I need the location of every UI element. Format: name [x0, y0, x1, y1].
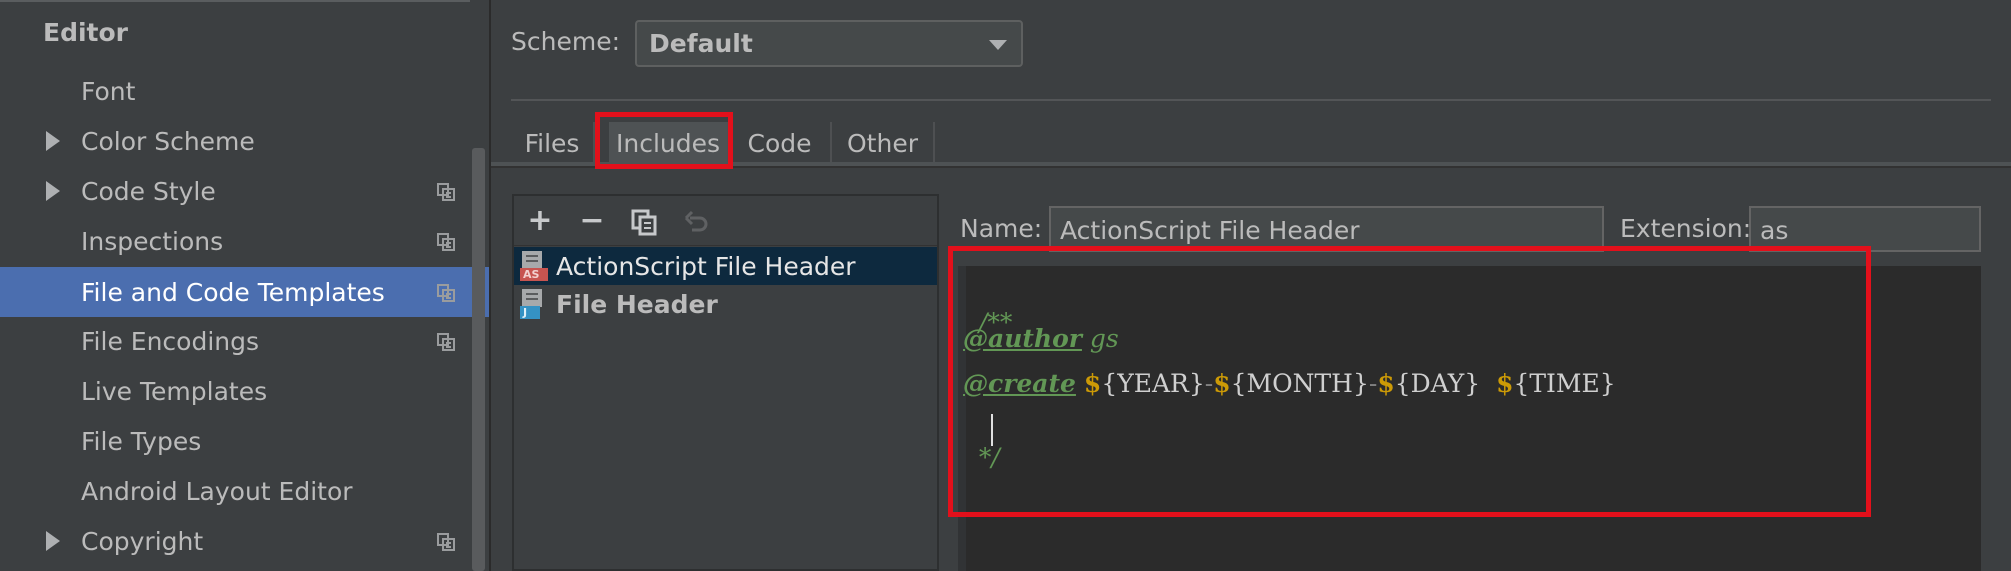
- sidebar-item-file-encodings[interactable]: File Encodings: [0, 316, 489, 366]
- sidebar-item-file-types[interactable]: File Types: [0, 416, 489, 466]
- tab-label: Code: [747, 128, 812, 158]
- name-label: Name:: [960, 214, 1043, 243]
- tab-label: Other: [847, 128, 918, 158]
- sidebar-item-label: Live Templates: [81, 376, 268, 406]
- tab-files[interactable]: Files: [511, 122, 595, 164]
- sidebar-item-label: File and Code Templates: [81, 277, 385, 307]
- template-list-panel: + − AS ActionScript File Header J File H: [512, 194, 939, 571]
- sidebar-item-label: File Encodings: [81, 326, 260, 356]
- sidebar-item-label: File Types: [81, 426, 202, 456]
- tab-other[interactable]: Other: [832, 122, 935, 164]
- list-toolbar: + −: [514, 196, 937, 246]
- sidebar-top-divider: [0, 0, 470, 2]
- project-scope-icon: [437, 333, 455, 351]
- sidebar-item-font[interactable]: Font: [0, 66, 489, 116]
- panel-splitter[interactable]: [489, 0, 491, 571]
- reset-template-button[interactable]: [682, 208, 710, 236]
- copy-template-button[interactable]: [630, 208, 658, 236]
- settings-sidebar: Editor Font Color Scheme Code Style Insp…: [0, 0, 489, 571]
- sidebar-item-copyright[interactable]: Copyright: [0, 516, 489, 566]
- sidebar-item-inspections[interactable]: Inspections: [0, 216, 489, 266]
- sidebar-item-live-templates[interactable]: Live Templates: [0, 366, 489, 416]
- sidebar-item-color-scheme[interactable]: Color Scheme: [0, 116, 489, 166]
- copy-icon: [631, 209, 657, 236]
- remove-template-button[interactable]: −: [578, 206, 606, 236]
- expand-arrow-icon[interactable]: [46, 181, 60, 201]
- sidebar-item-label: Copyright: [81, 526, 204, 556]
- add-template-button[interactable]: +: [526, 206, 554, 236]
- template-name-value: ActionScript File Header: [1060, 216, 1360, 245]
- annotation-box-editor: [948, 246, 1871, 517]
- tab-label: Files: [524, 128, 580, 158]
- template-list-item[interactable]: AS ActionScript File Header: [514, 247, 937, 285]
- separator: [511, 99, 1991, 101]
- scheme-dropdown-value: Default: [649, 29, 753, 58]
- sidebar-item-label: Android Layout Editor: [81, 476, 353, 506]
- sidebar-section-editor: Editor: [43, 18, 128, 47]
- actionscript-file-icon: AS: [518, 251, 548, 281]
- project-scope-icon: [437, 284, 455, 302]
- chevron-down-icon: [989, 40, 1007, 50]
- template-list-item-label: File Header: [556, 289, 718, 319]
- sidebar-item-label: Inspections: [81, 226, 224, 256]
- sidebar-item-file-and-code-templates[interactable]: File and Code Templates: [0, 267, 489, 317]
- tab-code[interactable]: Code: [729, 122, 832, 164]
- sidebar-item-code-style[interactable]: Code Style: [0, 166, 489, 216]
- expand-arrow-icon[interactable]: [46, 531, 60, 551]
- sidebar-item-label: Code Style: [81, 176, 216, 206]
- scheme-label: Scheme:: [511, 27, 620, 56]
- sidebar-scrollbar[interactable]: [472, 148, 485, 571]
- project-scope-icon: [437, 233, 455, 251]
- scheme-dropdown[interactable]: Default: [635, 20, 1023, 67]
- extension-label: Extension:: [1620, 214, 1752, 243]
- undo-icon: [684, 210, 708, 232]
- template-list-item-label: ActionScript File Header: [556, 251, 856, 281]
- java-file-icon: J: [518, 289, 548, 319]
- expand-arrow-icon[interactable]: [46, 131, 60, 151]
- template-list-item[interactable]: J File Header: [514, 285, 937, 323]
- sidebar-item-label: Color Scheme: [81, 126, 255, 156]
- extension-value: as: [1760, 216, 1789, 245]
- sidebar-item-android-layout-editor[interactable]: Android Layout Editor: [0, 466, 489, 516]
- project-scope-icon: [437, 183, 455, 201]
- project-scope-icon: [437, 533, 455, 551]
- sidebar-item-label: Font: [81, 76, 136, 106]
- annotation-box-includes-tab: [595, 112, 733, 169]
